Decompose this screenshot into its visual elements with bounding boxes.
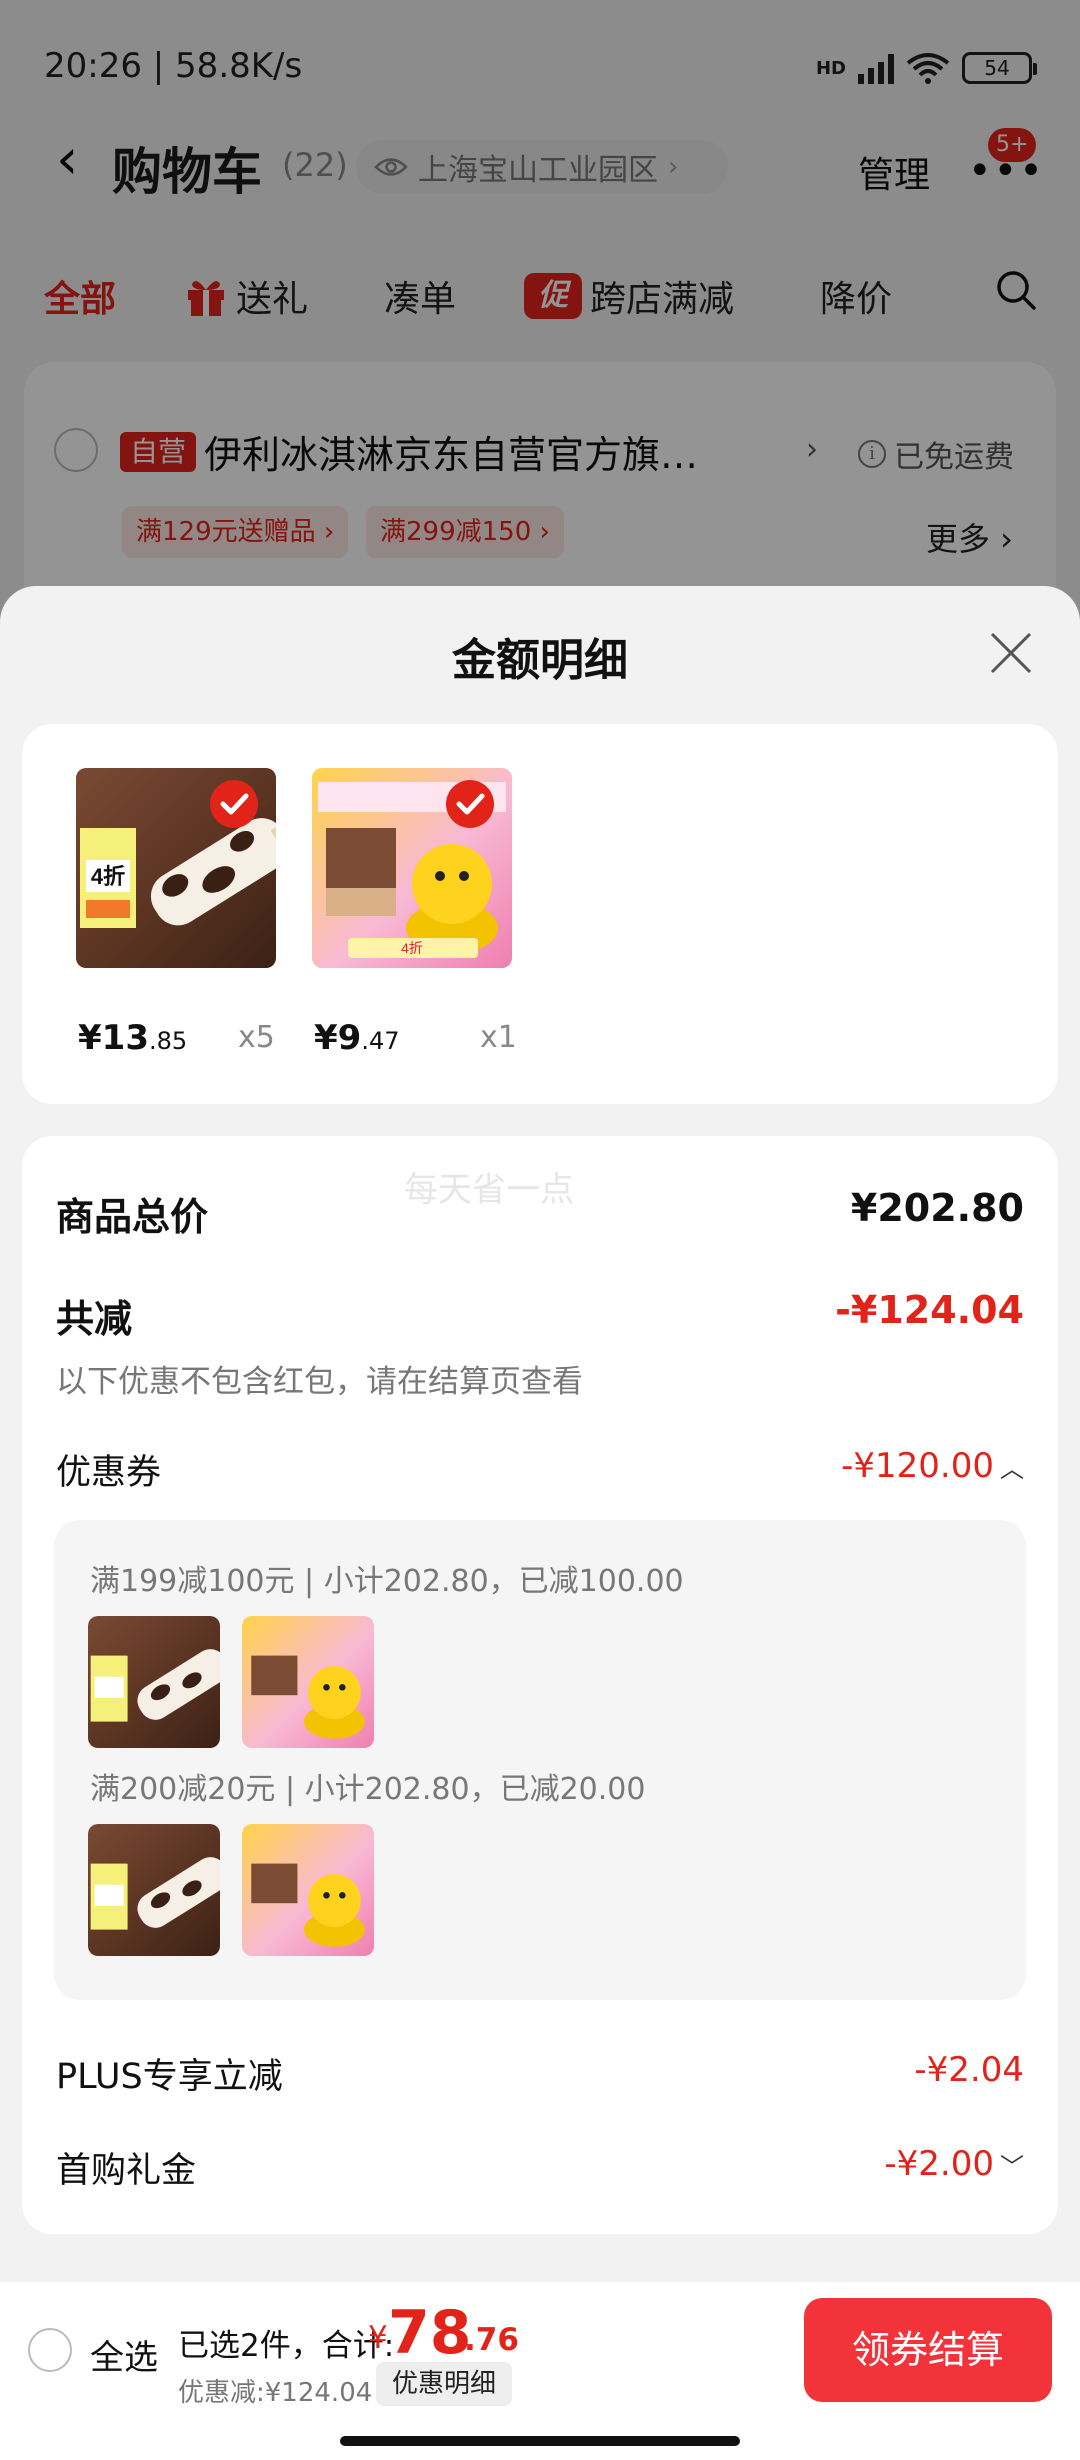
watermark-text: 每天省一点	[404, 1170, 574, 1210]
svg-text:4折: 4折	[91, 864, 125, 889]
price-integer: ¥9	[314, 1018, 362, 1058]
ice-cream-cone-image	[251, 1655, 365, 1739]
item-price: ¥13.85	[78, 1018, 187, 1058]
price-decimal: .47	[361, 1027, 400, 1055]
coupon-line: 满199减100元 | 小计202.80，已减100.00	[90, 1564, 684, 1599]
coupon-product-thumbnail	[88, 1616, 229, 1748]
checkout-button[interactable]: 领券结算	[804, 2298, 1052, 2402]
coupon-value: -¥120.00	[841, 1446, 994, 1486]
home-indicator[interactable]	[340, 2436, 740, 2446]
select-all-label[interactable]: 全选	[90, 2330, 158, 2379]
checked-icon	[446, 780, 494, 828]
select-all-radio[interactable]	[28, 2328, 72, 2372]
checked-icon	[210, 780, 258, 828]
item-quantity: x5	[238, 1020, 275, 1055]
total-discount-label: 共减	[56, 1297, 133, 1341]
coupon-product-thumbnail	[242, 1616, 374, 1748]
coupon-product-thumbnail	[242, 1824, 374, 1956]
plus-discount-label: PLUS专享立减	[56, 2057, 283, 2097]
total-amount-integer: 78	[388, 2298, 472, 2368]
selected-summary: 已选2件，合计:	[178, 2328, 395, 2364]
product-thumbnail[interactable]: 4折	[76, 768, 276, 968]
plus-discount-value: -¥2.04	[914, 2050, 1024, 2090]
product-thumbnail[interactable]: 4折	[312, 768, 512, 968]
ice-cream-bar-image	[90, 1649, 229, 1722]
total-amount-decimal: .76	[464, 2322, 519, 2358]
close-icon[interactable]	[988, 630, 1034, 676]
coupon-label: 优惠券	[56, 1453, 162, 1493]
coupon-value-toggle[interactable]: -¥120.00 ︿	[841, 1446, 1024, 1486]
discount-detail-button[interactable]: 优惠明细	[376, 2362, 513, 2406]
discount-summary: 优惠减:¥124.04	[178, 2378, 373, 2408]
ice-cream-bar-image	[90, 1857, 229, 1930]
goods-total-label: 商品总价	[56, 1195, 209, 1239]
coupon-product-thumbnail	[88, 1824, 229, 1956]
coupon-line: 满200减20元 | 小计202.80，已减20.00	[90, 1772, 646, 1807]
first-buy-value-toggle[interactable]: -¥2.00 ﹀	[884, 2144, 1024, 2184]
ice-cream-cone-image	[251, 1863, 365, 1947]
total-currency: ¥	[368, 2320, 388, 2356]
chevron-up-icon: ︿	[1000, 1454, 1024, 1483]
first-buy-value: -¥2.00	[884, 2144, 994, 2184]
chevron-down-icon: ﹀	[1000, 2152, 1024, 2181]
price-integer: ¥13	[78, 1018, 149, 1058]
first-buy-label: 首购礼金	[56, 2151, 197, 2191]
sheet-title: 金额明细	[452, 635, 628, 686]
price-decimal: .85	[148, 1027, 188, 1055]
item-quantity: x1	[480, 1020, 517, 1055]
svg-text:4折: 4折	[401, 940, 423, 956]
item-price: ¥9.47	[314, 1018, 400, 1058]
discount-note: 以下优惠不包含红包，请在结算页查看	[56, 1364, 583, 1400]
goods-total-value: ¥202.80	[850, 1186, 1024, 1230]
total-discount-value: -¥124.04	[835, 1288, 1024, 1332]
